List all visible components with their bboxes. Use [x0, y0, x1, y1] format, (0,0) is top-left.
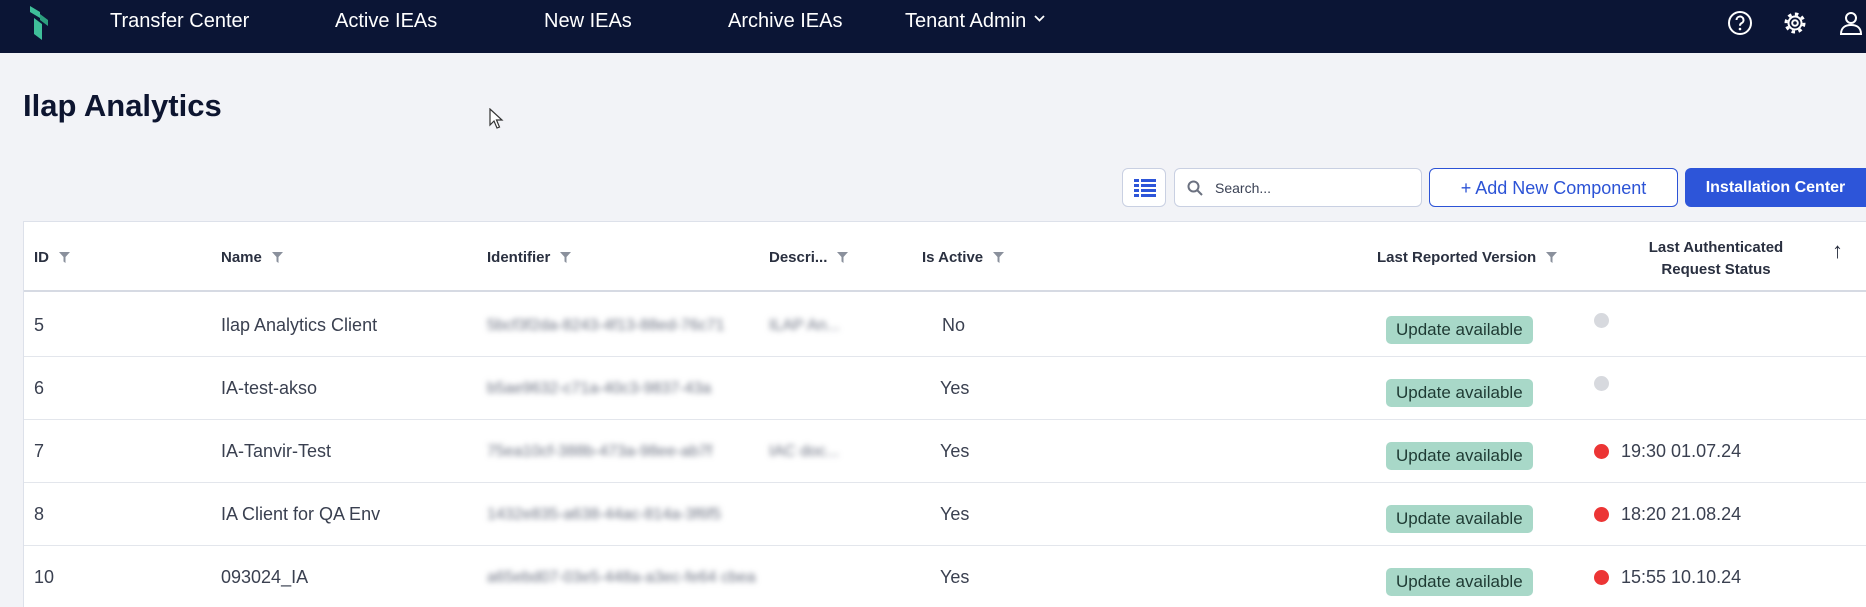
table-row[interactable]: 5 Ilap Analytics Client 5bcf3f2da-8243-4… [24, 294, 1866, 357]
user-icon[interactable] [1838, 10, 1864, 36]
cell-id: 8 [34, 504, 45, 524]
sort-ascending-icon[interactable]: ↑ [1832, 238, 1843, 264]
table-row[interactable]: 7 IA-Tanvir-Test 75ea10cf-388b-473a-98ee… [24, 420, 1866, 483]
header-is-active[interactable]: Is Active [922, 222, 1005, 292]
table-row[interactable]: 10 093024_IA a65ebd07-03e5-448a-a3ec-fe6… [24, 546, 1866, 607]
cell-version: Update available [1386, 294, 1533, 357]
cell-status [1594, 294, 1621, 357]
header-last-reported-version[interactable]: Last Reported Version [1377, 222, 1558, 292]
cell-identifier: 75ea10cf-388b-473a-98ee-ab7f [487, 442, 713, 460]
cell-identifier: 5bcf3f2da-8243-4f13-88ed-76c71 [487, 316, 725, 334]
nav-tenant-admin-label: Tenant Admin [905, 10, 1027, 32]
mouse-cursor-icon [489, 108, 504, 129]
header-is-active-label: Is Active [922, 248, 984, 266]
cell-id: 6 [34, 378, 45, 398]
filter-icon[interactable] [560, 251, 572, 263]
cell-name: IA Client for QA Env [221, 504, 381, 524]
chevron-down-icon [1034, 15, 1045, 22]
filter-icon[interactable] [1546, 251, 1558, 263]
cell-identifier: a65ebd07-03e5-448a-a3ec-fe64 cbea [487, 568, 756, 586]
components-table: ID Name Identifier Descri... Is Active L… [23, 221, 1866, 607]
filter-icon[interactable] [59, 251, 70, 263]
status-time: 15:55 10.10.24 [1621, 567, 1742, 587]
header-description[interactable]: Descri... [769, 222, 849, 292]
status-dot [1594, 507, 1609, 522]
cell-status [1594, 357, 1621, 420]
filter-icon[interactable] [271, 251, 283, 263]
table-row[interactable]: 8 IA Client for QA Env 1432e835-a638-44a… [24, 483, 1866, 546]
search-box [1174, 168, 1422, 207]
cell-is-active: Yes [940, 378, 970, 398]
status-dot [1594, 313, 1609, 328]
cell-status: 18:20 21.08.24 [1594, 483, 1741, 546]
header-identifier-label: Identifier [487, 248, 551, 266]
cell-version: Update available [1386, 357, 1533, 420]
cell-name: IA-test-akso [221, 378, 318, 398]
cell-identifier: b5ae9632-c71a-40c3-9837-43a [487, 379, 712, 397]
cell-description: ILAP An... [769, 316, 840, 334]
update-available-badge[interactable]: Update available [1386, 441, 1533, 470]
add-new-component-button[interactable]: + Add New Component [1429, 168, 1678, 207]
nav-active-ieas[interactable]: Active IEAs [335, 0, 437, 44]
cell-version: Update available [1386, 483, 1533, 546]
cell-version: Update available [1386, 546, 1533, 607]
app-logo-icon[interactable] [26, 4, 52, 42]
search-input[interactable] [1215, 175, 1415, 201]
header-last-authenticated-status[interactable]: Last Authenticated Request Status [1626, 222, 1806, 292]
gear-icon[interactable] [1782, 10, 1808, 36]
status-time: 18:20 21.08.24 [1621, 504, 1742, 524]
cell-name: 093024_IA [221, 567, 309, 587]
status-dot [1594, 444, 1609, 459]
filter-icon[interactable] [993, 251, 1005, 263]
nav-archive-ieas[interactable]: Archive IEAs [728, 0, 842, 44]
cell-description: IAC doc... [769, 442, 840, 460]
cell-identifier: 1432e835-a638-44ac-814a-3f6f5 [487, 505, 721, 523]
table-row[interactable]: 6 IA-test-akso b5ae9632-c71a-40c3-9837-4… [24, 357, 1866, 420]
help-icon[interactable] [1727, 10, 1753, 36]
header-description-label: Descri... [769, 248, 828, 266]
header-last-auth-label: Last Authenticated Request Status [1648, 239, 1784, 278]
cell-is-active: Yes [940, 567, 970, 587]
status-dot [1594, 376, 1609, 391]
cell-is-active: Yes [940, 504, 970, 524]
status-dot [1594, 570, 1609, 585]
cell-version: Update available [1386, 420, 1533, 483]
search-icon [1187, 180, 1203, 196]
top-navigation-bar: Transfer Center Active IEAs New IEAs Arc… [0, 0, 1866, 53]
cell-id: 10 [34, 567, 55, 587]
cell-is-active: Yes [940, 441, 970, 461]
status-time: 19:30 01.07.24 [1621, 441, 1742, 461]
filter-icon[interactable] [837, 251, 849, 263]
cell-id: 5 [34, 315, 45, 335]
installation-center-button[interactable]: Installation Center [1685, 168, 1866, 207]
cell-status: 15:55 10.10.24 [1594, 546, 1741, 607]
header-name-label: Name [221, 248, 262, 266]
nav-new-ieas[interactable]: New IEAs [544, 0, 632, 44]
header-identifier[interactable]: Identifier [487, 222, 572, 292]
page-title: Ilap Analytics [23, 88, 222, 123]
update-available-badge[interactable]: Update available [1386, 315, 1533, 344]
cell-name: Ilap Analytics Client [221, 315, 378, 335]
header-id-label: ID [34, 248, 49, 266]
update-available-badge[interactable]: Update available [1386, 378, 1533, 407]
cell-status: 19:30 01.07.24 [1594, 420, 1741, 483]
nav-tenant-admin[interactable]: Tenant Admin [905, 0, 1045, 44]
cell-name: IA-Tanvir-Test [221, 441, 332, 461]
update-available-badge[interactable]: Update available [1386, 504, 1533, 533]
table-header: ID Name Identifier Descri... Is Active L… [24, 222, 1866, 292]
header-name[interactable]: Name [221, 222, 283, 292]
nav-transfer-center[interactable]: Transfer Center [110, 0, 249, 44]
header-last-version-label: Last Reported Version [1377, 248, 1537, 266]
cell-id: 7 [34, 441, 45, 461]
header-id[interactable]: ID [34, 222, 70, 292]
update-available-badge[interactable]: Update available [1386, 567, 1533, 596]
column-chooser-button[interactable] [1122, 168, 1166, 207]
columns-list-icon [1134, 179, 1156, 197]
cell-is-active: No [942, 315, 966, 335]
